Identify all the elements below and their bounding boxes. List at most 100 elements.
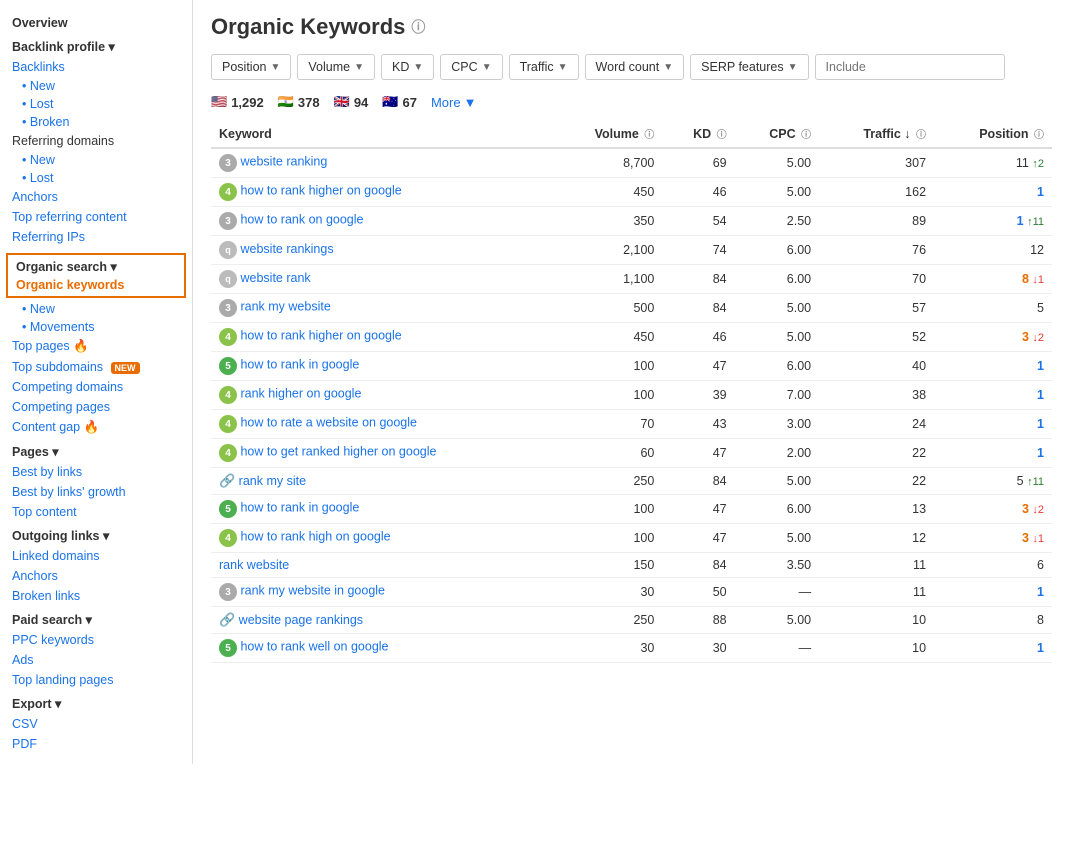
sidebar-item-new-referring[interactable]: • New [0, 151, 192, 169]
sidebar-item-movements[interactable]: • Movements [0, 318, 192, 336]
flag-au[interactable]: 🇦🇺 67 [382, 94, 417, 110]
keyword-link[interactable]: how to rank high on google [240, 530, 390, 544]
more-button[interactable]: More ▼ [431, 95, 477, 110]
sidebar-outgoing-links[interactable]: Outgoing links ▾ [0, 522, 192, 546]
kd-cell: 84 [662, 294, 734, 323]
more-chevron: ▼ [464, 95, 477, 110]
col-traffic[interactable]: Traffic ↓ ⓘ [819, 120, 934, 148]
keyword-link[interactable]: website rankings [240, 242, 333, 256]
col-kd[interactable]: KD ⓘ [662, 120, 734, 148]
sidebar-item-anchors2[interactable]: Anchors [0, 566, 192, 586]
table-row: 4 how to rank higher on google 450 46 5.… [211, 323, 1052, 352]
flag-us[interactable]: 🇺🇸 1,292 [211, 94, 264, 110]
traffic-cell: 76 [819, 236, 934, 265]
volume-filter[interactable]: Volume ▼ [297, 54, 375, 80]
keyword-link[interactable]: how to rank on google [240, 213, 363, 227]
keyword-link[interactable]: how to get ranked higher on google [240, 445, 436, 459]
position-value: 1 [1017, 214, 1024, 228]
sidebar-item-new-organic[interactable]: • New [0, 300, 192, 318]
keyword-link[interactable]: how to rank in google [240, 501, 359, 515]
keyword-link[interactable]: rank higher on google [240, 387, 361, 401]
gb-flag: 🇬🇧 [334, 94, 350, 110]
keyword-cell: 4 how to get ranked higher on google [211, 439, 552, 468]
kd-cell: 46 [662, 323, 734, 352]
sidebar-item-ads[interactable]: Ads [0, 650, 192, 670]
sidebar-item-competing-pages[interactable]: Competing pages [0, 397, 192, 417]
traffic-cell: 10 [819, 607, 934, 634]
sidebar-item-competing-domains[interactable]: Competing domains [0, 377, 192, 397]
keyword-link[interactable]: website rank [240, 271, 310, 285]
sidebar-item-top-pages[interactable]: Top pages 🔥 [0, 336, 192, 357]
sidebar-item-backlinks[interactable]: Backlinks [0, 57, 192, 77]
word-count-filter[interactable]: Word count ▼ [585, 54, 685, 80]
keyword-link[interactable]: how to rank higher on google [240, 329, 401, 343]
cpc-cell: 5.00 [735, 148, 819, 178]
keyword-cell: 5 how to rank well on google [211, 634, 552, 663]
sidebar-item-new-backlinks[interactable]: • New [0, 77, 192, 95]
keyword-link[interactable]: how to rank higher on google [240, 184, 401, 198]
col-volume[interactable]: Volume ⓘ [552, 120, 663, 148]
cpc-cell: 6.00 [735, 236, 819, 265]
sidebar-item-anchors[interactable]: Anchors [0, 187, 192, 207]
cpc-cell: 6.00 [735, 352, 819, 381]
keyword-link[interactable]: rank website [219, 558, 289, 572]
keyword-link[interactable]: how to rate a website on google [240, 416, 417, 430]
table-row: 5 how to rank well on google 30 30 — 10 … [211, 634, 1052, 663]
chain-icon: 🔗 [219, 473, 235, 488]
sidebar-export[interactable]: Export ▾ [0, 690, 192, 714]
volume-cell: 250 [552, 468, 663, 495]
sidebar-pages[interactable]: Pages ▾ [0, 438, 192, 462]
volume-cell: 150 [552, 553, 663, 578]
keyword-link[interactable]: how to rank in google [240, 358, 359, 372]
serp-features-filter[interactable]: SERP features ▼ [690, 54, 808, 80]
col-cpc[interactable]: CPC ⓘ [735, 120, 819, 148]
keyword-cell: 5 how to rank in google [211, 495, 552, 524]
sidebar-item-ppc-keywords[interactable]: PPC keywords [0, 630, 192, 650]
keyword-link[interactable]: how to rank well on google [240, 640, 388, 654]
sidebar-backlink-profile[interactable]: Backlink profile ▾ [0, 33, 192, 57]
keyword-link[interactable]: rank my website [240, 300, 330, 314]
flag-gb[interactable]: 🇬🇧 94 [334, 94, 369, 110]
keyword-link[interactable]: website ranking [240, 155, 327, 169]
keyword-link[interactable]: website page rankings [239, 613, 363, 627]
flag-in[interactable]: 🇮🇳 378 [278, 94, 320, 110]
sidebar-item-lost-referring[interactable]: • Lost [0, 169, 192, 187]
sidebar-item-csv[interactable]: CSV [0, 714, 192, 734]
sidebar-item-linked-domains[interactable]: Linked domains [0, 546, 192, 566]
info-icon[interactable]: ⓘ [411, 17, 425, 37]
sidebar-item-lost-backlinks[interactable]: • Lost [0, 95, 192, 113]
table-row: 4 how to rank high on google 100 47 5.00… [211, 524, 1052, 553]
sidebar-item-top-landing[interactable]: Top landing pages [0, 670, 192, 690]
traffic-filter[interactable]: Traffic ▼ [509, 54, 579, 80]
cpc-cell: 5.00 [735, 294, 819, 323]
sidebar-item-top-content[interactable]: Top content [0, 502, 192, 522]
kd-cell: 54 [662, 207, 734, 236]
kd-filter[interactable]: KD ▼ [381, 54, 434, 80]
sidebar-item-referring-ips[interactable]: Referring IPs [0, 227, 192, 247]
volume-cell: 8,700 [552, 148, 663, 178]
sidebar-item-referring-domains[interactable]: Referring domains [0, 131, 192, 151]
cpc-cell: 6.00 [735, 265, 819, 294]
sidebar-item-broken-links[interactable]: Broken links [0, 586, 192, 606]
position-filter[interactable]: Position ▼ [211, 54, 291, 80]
sidebar-item-pdf[interactable]: PDF [0, 734, 192, 754]
sidebar-item-best-by-links[interactable]: Best by links [0, 462, 192, 482]
include-input[interactable] [815, 54, 1005, 80]
sidebar-organic-search[interactable]: Organic search ▾ [12, 257, 180, 276]
volume-cell: 100 [552, 352, 663, 381]
kd-cell: 84 [662, 265, 734, 294]
cpc-filter[interactable]: CPC ▼ [440, 54, 502, 80]
sidebar-item-top-referring[interactable]: Top referring content [0, 207, 192, 227]
sidebar-item-broken-backlinks[interactable]: • Broken [0, 113, 192, 131]
sidebar-paid-search[interactable]: Paid search ▾ [0, 606, 192, 630]
sidebar-item-content-gap[interactable]: Content gap 🔥 [0, 417, 192, 438]
kd-cell: 50 [662, 578, 734, 607]
sidebar-item-top-subdomains[interactable]: Top subdomains NEW [0, 357, 192, 377]
kd-chevron: ▼ [413, 62, 423, 73]
sidebar-item-organic-keywords[interactable]: Organic keywords [12, 276, 180, 294]
sidebar-item-best-by-growth[interactable]: Best by links' growth [0, 482, 192, 502]
keyword-link[interactable]: rank my website in google [240, 584, 385, 598]
keyword-link[interactable]: rank my site [239, 474, 306, 488]
volume-cell: 350 [552, 207, 663, 236]
col-position[interactable]: Position ⓘ [934, 120, 1052, 148]
